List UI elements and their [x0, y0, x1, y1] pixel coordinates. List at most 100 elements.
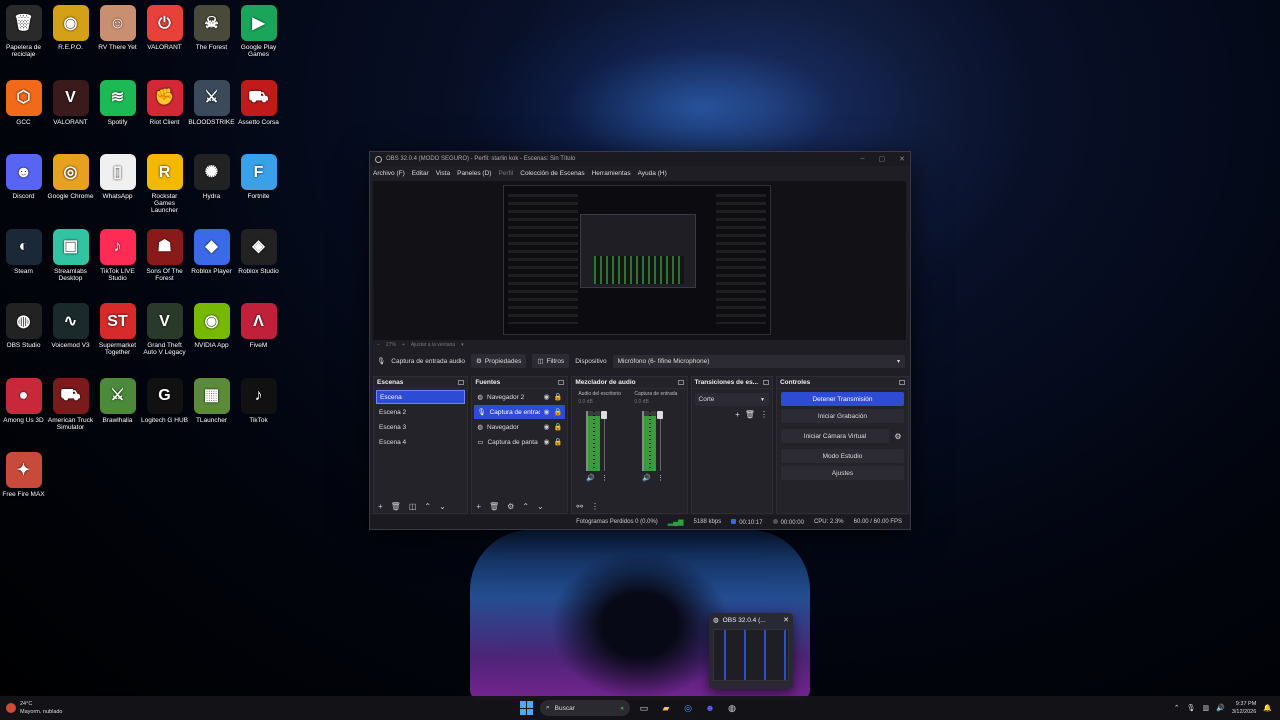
start-recording-button[interactable]: Iniciar Grabación — [780, 409, 904, 423]
gear-icon[interactable]: ⚙ — [507, 502, 514, 511]
filters-button[interactable]: ◫ Filtros — [532, 354, 570, 368]
lock-icon[interactable]: 🔒 — [554, 438, 563, 446]
desktop-icon[interactable]: ♪ TikTok — [235, 377, 282, 424]
menu-ayuda[interactable]: Ayuda (H) — [638, 170, 667, 177]
undock-icon[interactable] — [458, 380, 465, 385]
scene-item[interactable]: Escena 2 — [376, 405, 465, 419]
desktop-icon[interactable]: ✺ Hydra — [188, 154, 235, 200]
desktop-icon[interactable]: ♪ TikTok LIVE Studio — [94, 228, 141, 282]
close-icon[interactable]: ✕ — [783, 616, 789, 624]
desktop-icon[interactable]: G Logitech G HUB — [141, 377, 188, 424]
menu-coleccion-escenas[interactable]: Colección de Escenas — [520, 170, 584, 177]
volume-fader[interactable] — [657, 411, 668, 471]
undock-icon[interactable] — [558, 380, 565, 385]
desktop-icon[interactable]: ⛟ Assetto Corsa — [235, 79, 282, 126]
desktop-icon[interactable]: ▯ WhatsApp — [94, 154, 141, 200]
desktop-icon[interactable]: F Fortnite — [235, 154, 282, 200]
link-icon[interactable]: ⚯ — [576, 502, 583, 511]
source-item[interactable]: 🎙 Captura de entrada ◉ 🔒 — [474, 405, 566, 419]
source-item[interactable]: ◍ Navegador ◉ 🔒 — [474, 420, 565, 434]
desktop-icon[interactable]: ⚔ BLOODSTRIKE — [188, 79, 235, 126]
undock-icon[interactable] — [677, 380, 684, 385]
taskbar-thumbnail[interactable]: ◍ OBS 32.0.4 (... ✕ — [709, 613, 793, 689]
zoom-out-icon[interactable]: − — [377, 342, 380, 348]
network-icon[interactable]: ▥ — [1202, 704, 1209, 712]
taskbar-search[interactable]: ⌕ Buscar ● — [540, 700, 630, 716]
menu-editar[interactable]: Editar — [412, 170, 429, 177]
more-icon[interactable]: ⋮ — [601, 474, 608, 482]
bell-icon[interactable]: 🔔 — [1263, 704, 1272, 712]
obs-titlebar[interactable]: OBS 32.0.4 (MODO SEGURO) - Perfil: starl… — [370, 152, 910, 166]
desktop-icon[interactable]: ● Among Us 3D — [0, 377, 47, 424]
obs-taskbar-icon[interactable]: ◍ — [724, 700, 740, 716]
desktop-icon[interactable]: ☺ RV There Yet — [94, 5, 141, 51]
desktop-icon[interactable]: ◉ NVIDIA App — [188, 303, 235, 349]
chevron-up-icon[interactable]: ⌃ — [1174, 704, 1180, 712]
eye-icon[interactable]: ◉ — [544, 408, 550, 416]
thumbnail-preview[interactable] — [713, 629, 789, 681]
desktop-icon[interactable]: ▦ TLauncher — [188, 377, 235, 424]
desktop-icon[interactable]: ✊ Riot Client — [141, 79, 188, 126]
menu-archivo[interactable]: Archivo (F) — [373, 170, 405, 177]
obs-window[interactable]: OBS 32.0.4 (MODO SEGURO) - Perfil: starl… — [369, 151, 911, 530]
add-icon[interactable]: + — [476, 502, 481, 511]
desktop-icon[interactable]: ⬡ GCC — [0, 79, 47, 126]
desktop-icon[interactable]: ▣ Streamlabs Desktop — [47, 228, 94, 282]
more-icon[interactable]: ⋮ — [657, 474, 664, 482]
undock-icon[interactable] — [899, 380, 905, 385]
desktop-icon[interactable]: ◆ Roblox Player — [188, 228, 235, 275]
desktop-icon[interactable]: ◍ OBS Studio — [0, 303, 47, 349]
eye-icon[interactable]: ◉ — [544, 423, 550, 431]
speaker-icon[interactable]: 🔊 — [642, 474, 651, 482]
settings-button[interactable]: Ajustes — [780, 466, 904, 480]
desktop-icon[interactable]: ☻ Discord — [0, 154, 47, 200]
lock-icon[interactable]: 🔒 — [554, 423, 563, 431]
obs-preview[interactable] — [373, 181, 906, 340]
volume-fader[interactable] — [601, 411, 612, 471]
source-item[interactable]: ◍ Navegador 2 ◉ 🔒 — [474, 390, 565, 404]
desktop-icon[interactable]: ⛟ American Truck Simulator — [47, 377, 94, 431]
filter-icon[interactable]: ◫ — [409, 502, 417, 511]
mic-tray-icon[interactable]: 🎙 — [1187, 704, 1196, 712]
fit-window[interactable]: Ajustar a la ventana — [411, 342, 455, 348]
file-explorer-icon[interactable]: ▰ — [658, 700, 674, 716]
menu-paneles[interactable]: Paneles (D) — [457, 170, 491, 177]
desktop-icon[interactable]: ◉ R.E.P.O. — [47, 5, 94, 51]
source-item[interactable]: ▭ Captura de panta ◉ 🔒 — [474, 435, 565, 449]
add-icon[interactable]: + — [378, 502, 383, 511]
close-icon[interactable]: ✕ — [899, 155, 905, 163]
undock-icon[interactable] — [762, 380, 769, 385]
chevron-down-icon[interactable]: ▾ — [461, 342, 464, 348]
move-down-icon[interactable]: ⌄ — [537, 502, 544, 511]
weather-widget[interactable]: 24°C Mayorm. nublado — [0, 700, 120, 716]
speaker-icon[interactable]: 🔊 — [586, 474, 595, 482]
menu-vista[interactable]: Vista — [436, 170, 450, 177]
desktop-icon[interactable]: ≋ Spotify — [94, 79, 141, 126]
stop-stream-button[interactable]: Detener Transmisión — [780, 392, 904, 406]
scene-item[interactable]: Escena — [376, 390, 466, 404]
desktop-icon[interactable]: ▶ Google Play Games — [235, 5, 282, 58]
lock-icon[interactable]: 🔒 — [554, 408, 563, 416]
gear-icon[interactable]: ⚙ — [892, 429, 904, 443]
move-up-icon[interactable]: ⌃ — [424, 502, 431, 511]
desktop-icon[interactable]: ◐ Steam — [0, 228, 47, 275]
add-icon[interactable]: + — [735, 410, 740, 419]
move-down-icon[interactable]: ⌄ — [439, 502, 446, 511]
chrome-icon[interactable]: ◎ — [680, 700, 696, 716]
scene-item[interactable]: Escena 3 — [376, 420, 465, 434]
menu-herramientas[interactable]: Herramientas — [592, 170, 631, 177]
desktop-icon[interactable]: Λ FiveM — [235, 303, 282, 349]
desktop-icon[interactable]: ◎ Google Chrome — [47, 154, 94, 200]
desktop-icon[interactable]: ⏻ VALORANT — [141, 5, 188, 51]
trash-icon[interactable]: 🗑 — [391, 502, 401, 511]
clock[interactable]: 9:37 PM 3/12/2026 — [1232, 700, 1256, 716]
eye-icon[interactable]: ◉ — [544, 438, 550, 446]
desktop-icon[interactable]: ☗ Sons Of The Forest — [141, 228, 188, 282]
desktop-icon[interactable]: V Grand Theft Auto V Legacy — [141, 303, 188, 356]
desktop-icon[interactable]: ⚔ Brawlhalla — [94, 377, 141, 424]
more-icon[interactable]: ⋮ — [760, 410, 768, 419]
discord-icon[interactable]: ☻ — [702, 700, 718, 716]
trash-icon[interactable]: 🗑 — [745, 410, 755, 419]
studio-mode-button[interactable]: Modo Estudio — [780, 449, 904, 463]
more-icon[interactable]: ⋮ — [591, 502, 599, 511]
